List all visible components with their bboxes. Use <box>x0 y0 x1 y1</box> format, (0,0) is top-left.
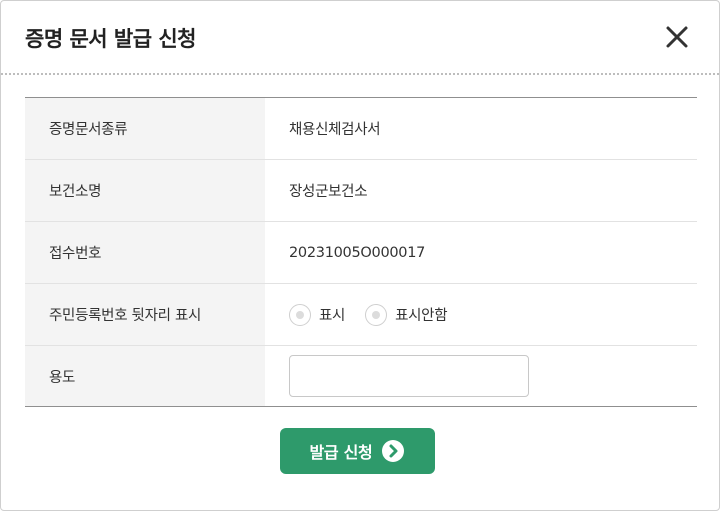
form-row-document-type: 증명문서종류 채용신체검사서 <box>25 98 697 160</box>
radio-option-hide[interactable]: 표시안함 <box>365 303 448 326</box>
radio-label-show: 표시 <box>319 308 346 324</box>
issue-request-dialog: 증명 문서 발급 신청 증명문서종류 채용신체검사서 보건소명 장성군보건소 접… <box>0 0 720 511</box>
close-button[interactable] <box>663 23 691 51</box>
id-display-options: 표시 표시안함 <box>265 284 697 345</box>
purpose-input[interactable] <box>289 355 529 397</box>
radio-label-hide: 표시안함 <box>395 308 448 324</box>
form-row-receipt-number: 접수번호 20231005O000017 <box>25 222 697 284</box>
issue-request-button[interactable]: 발급 신청 <box>280 428 435 474</box>
health-center-label: 보건소명 <box>25 160 265 221</box>
radio-button-hide[interactable] <box>365 303 388 326</box>
form-row-health-center: 보건소명 장성군보건소 <box>25 160 697 222</box>
arrow-right-circle-icon <box>382 440 405 462</box>
receipt-number-label: 접수번호 <box>25 222 265 283</box>
dialog-title: 증명 문서 발급 신청 <box>25 27 197 51</box>
issue-request-button-label: 발급 신청 <box>309 443 373 462</box>
document-type-value: 채용신체검사서 <box>289 122 381 138</box>
close-icon <box>666 26 688 48</box>
document-type-label: 증명문서종류 <box>25 98 265 159</box>
id-display-radio-group: 표시 표시안함 <box>289 303 467 326</box>
radio-option-show[interactable]: 표시 <box>289 303 346 326</box>
request-form-table: 증명문서종류 채용신체검사서 보건소명 장성군보건소 접수번호 20231005… <box>25 97 697 407</box>
purpose-value <box>265 346 697 406</box>
receipt-number-value: 20231005O000017 <box>289 244 426 261</box>
dialog-header: 증명 문서 발급 신청 <box>1 1 719 75</box>
form-row-purpose: 용도 <box>25 346 697 406</box>
id-display-label: 주민등록번호 뒷자리 표시 <box>25 284 265 345</box>
radio-button-show[interactable] <box>289 303 311 326</box>
purpose-label: 용도 <box>25 346 265 406</box>
form-row-id-display: 주민등록번호 뒷자리 표시 표시 표시안함 <box>25 284 697 346</box>
health-center-value: 장성군보건소 <box>289 184 368 200</box>
